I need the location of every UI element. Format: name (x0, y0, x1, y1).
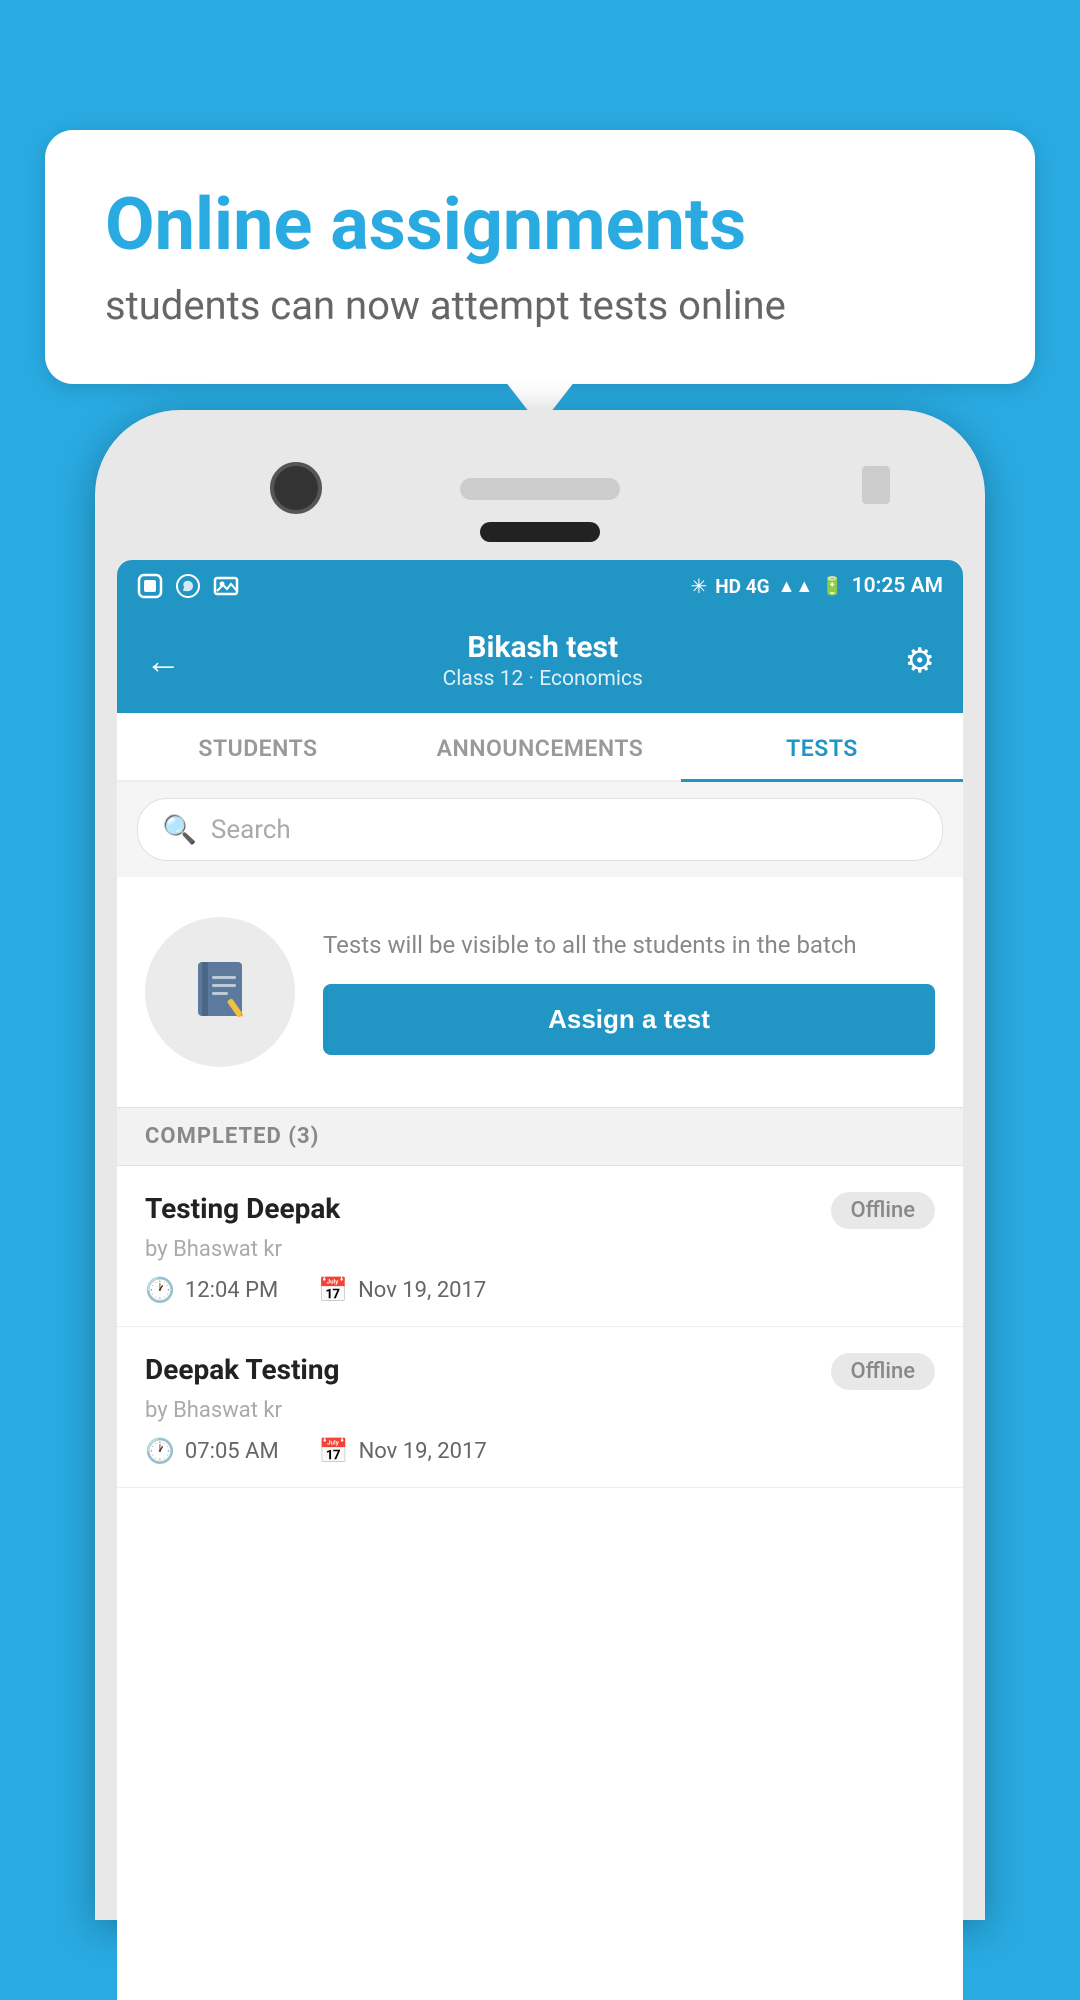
test-meta-1: 🕐 12:04 PM 📅 Nov 19, 2017 (145, 1276, 935, 1304)
calendar-icon-1: 📅 (318, 1276, 348, 1304)
assign-description: Tests will be visible to all the student… (323, 929, 935, 963)
clock-icon-1: 🕐 (145, 1276, 175, 1304)
test-author-2: by Bhaswat kr (145, 1398, 935, 1423)
time-meta-2: 🕐 07:05 AM (145, 1437, 279, 1465)
signal-icon: ▲▲ (778, 576, 814, 597)
assign-right: Tests will be visible to all the student… (323, 929, 935, 1056)
header-subtitle: Class 12 · Economics (181, 667, 905, 691)
test-name-2: Deepak Testing (145, 1353, 340, 1386)
tab-students[interactable]: STUDENTS (117, 713, 399, 780)
time-label-1: 12:04 PM (185, 1278, 278, 1303)
assign-test-button[interactable]: Assign a test (323, 984, 935, 1055)
test-item-2-header: Deepak Testing Offline (145, 1353, 935, 1390)
offline-badge-2: Offline (831, 1353, 935, 1390)
phone-frame: ✳ HD 4G ▲▲ 🔋 10:25 AM ← Bikash test Clas… (95, 410, 985, 1920)
calendar-icon-2: 📅 (319, 1437, 349, 1465)
status-bar: ✳ HD 4G ▲▲ 🔋 10:25 AM (117, 560, 963, 612)
back-button[interactable]: ← (145, 640, 181, 682)
test-icon-circle (145, 917, 295, 1067)
time-meta-1: 🕐 12:04 PM (145, 1276, 278, 1304)
search-container: 🔍 Search (117, 782, 963, 877)
status-bar-left (137, 573, 239, 599)
time-label-2: 07:05 AM (185, 1439, 279, 1464)
tab-bar: STUDENTS ANNOUNCEMENTS TESTS (117, 713, 963, 782)
image-icon (213, 573, 239, 599)
network-label: HD 4G (715, 575, 769, 598)
search-bar[interactable]: 🔍 Search (137, 798, 943, 861)
phone-earpiece (480, 522, 600, 542)
tab-announcements[interactable]: ANNOUNCEMENTS (399, 713, 681, 780)
app-icon-1 (137, 573, 163, 599)
phone-screen: ✳ HD 4G ▲▲ 🔋 10:25 AM ← Bikash test Clas… (117, 560, 963, 2000)
speech-bubble: Online assignments students can now atte… (45, 130, 1035, 384)
phone-camera (270, 462, 322, 514)
date-meta-2: 📅 Nov 19, 2017 (319, 1437, 487, 1465)
bluetooth-icon: ✳ (691, 574, 708, 598)
bubble-subtitle: students can now attempt tests online (105, 282, 975, 329)
whatsapp-icon (175, 573, 201, 599)
test-item-1-header: Testing Deepak Offline (145, 1192, 935, 1229)
status-bar-right: ✳ HD 4G ▲▲ 🔋 10:25 AM (691, 574, 944, 598)
offline-badge-1: Offline (831, 1192, 935, 1229)
search-icon: 🔍 (162, 813, 197, 846)
phone-speaker (460, 478, 620, 500)
test-item-1[interactable]: Testing Deepak Offline by Bhaswat kr 🕐 1… (117, 1166, 963, 1327)
search-placeholder: Search (211, 815, 291, 845)
time-label: 10:25 AM (852, 574, 943, 598)
test-author-1: by Bhaswat kr (145, 1237, 935, 1262)
date-label-1: Nov 19, 2017 (358, 1278, 486, 1303)
date-label-2: Nov 19, 2017 (359, 1439, 487, 1464)
notebook-icon (180, 952, 260, 1032)
date-meta-1: 📅 Nov 19, 2017 (318, 1276, 486, 1304)
app-header: ← Bikash test Class 12 · Economics ⚙ (117, 612, 963, 713)
bubble-title: Online assignments (105, 185, 975, 264)
completed-header: COMPLETED (3) (117, 1107, 963, 1166)
settings-button[interactable]: ⚙ (905, 641, 935, 681)
tab-tests[interactable]: TESTS (681, 713, 963, 780)
test-meta-2: 🕐 07:05 AM 📅 Nov 19, 2017 (145, 1437, 935, 1465)
assign-section: Tests will be visible to all the student… (117, 877, 963, 1107)
header-center: Bikash test Class 12 · Economics (181, 630, 905, 691)
battery-icon: 🔋 (821, 576, 843, 597)
test-name-1: Testing Deepak (145, 1192, 340, 1225)
test-item-2[interactable]: Deepak Testing Offline by Bhaswat kr 🕐 0… (117, 1327, 963, 1488)
phone-home-button (862, 466, 890, 504)
clock-icon-2: 🕐 (145, 1437, 175, 1465)
header-title: Bikash test (181, 630, 905, 665)
